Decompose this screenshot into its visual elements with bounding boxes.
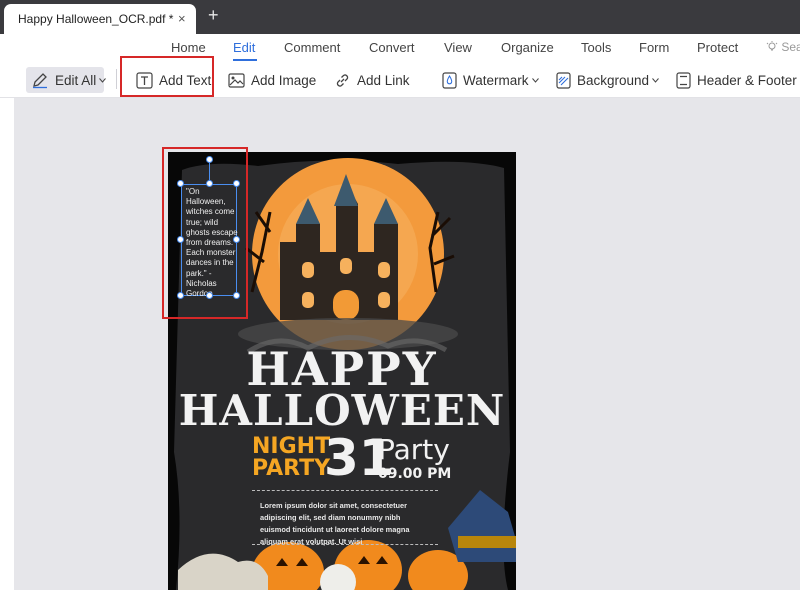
chevron-down-icon [531,77,539,83]
document-tab-title: Happy Halloween_OCR.pdf * [18,12,174,26]
header-footer-icon [676,71,691,89]
poster-title-halloween: HALLOWEEN [178,386,506,435]
poster-body-text[interactable]: Lorem ipsum dolor sit amet, consectetuer… [260,500,432,548]
add-image-button[interactable]: Add Image [228,67,316,93]
background-label: Background [577,72,650,88]
background-button[interactable]: Background [556,67,659,93]
menu-protect[interactable]: Protect [697,40,738,55]
menu-view[interactable]: View [444,40,472,55]
poster-divider [252,490,438,491]
add-link-button[interactable]: Add Link [334,67,410,93]
poster-divider [252,544,438,545]
active-menu-indicator [233,59,257,61]
search-tools[interactable]: Sea [766,40,800,54]
chevron-down-icon [652,77,659,83]
menu-form[interactable]: Form [639,40,669,55]
add-image-label: Add Image [251,72,317,88]
image-icon [228,72,245,88]
background-icon [556,71,571,89]
toolbar-divider [116,69,117,89]
tab-bar: Happy Halloween_OCR.pdf * × + [0,0,800,34]
link-icon [336,73,349,87]
pen-edit-icon [33,73,47,89]
add-text-highlight-frame [120,56,214,97]
document-canvas[interactable]: HAPPY HALLOWEEN NIGHT PARTY 31 Party 09.… [14,98,800,590]
menu-comment[interactable]: Comment [284,40,340,55]
text-box-highlight-frame [162,147,248,319]
lightbulb-icon [766,41,778,51]
menu-home[interactable]: Home [171,40,206,55]
menu-organize[interactable]: Organize [501,40,554,55]
menu-convert[interactable]: Convert [369,40,415,55]
edit-all-label: Edit All [55,72,97,88]
header-footer-label: Header & Footer [697,72,797,88]
edit-all-button[interactable]: Edit All [26,67,107,93]
poster-party-label: Party [378,433,450,466]
menu-edit[interactable]: Edit [233,40,255,55]
poster-night: NIGHT [252,434,331,459]
menu-tools[interactable]: Tools [581,40,611,55]
poster-time: 09.00 PM [378,466,452,482]
watermark-label: Watermark [463,72,529,88]
document-tab[interactable]: Happy Halloween_OCR.pdf * × [4,4,196,34]
poster-party-subtitle: PARTY [252,456,331,481]
new-tab-icon[interactable]: + [208,6,219,24]
watermark-icon [442,71,457,89]
close-tab-icon[interactable]: × [178,11,186,26]
watermark-button[interactable]: Watermark [442,67,539,93]
header-footer-button[interactable]: Header & Footer [676,67,800,93]
chevron-down-icon [99,77,107,83]
search-hint-text: Sea [781,40,800,54]
add-link-label: Add Link [357,72,410,88]
